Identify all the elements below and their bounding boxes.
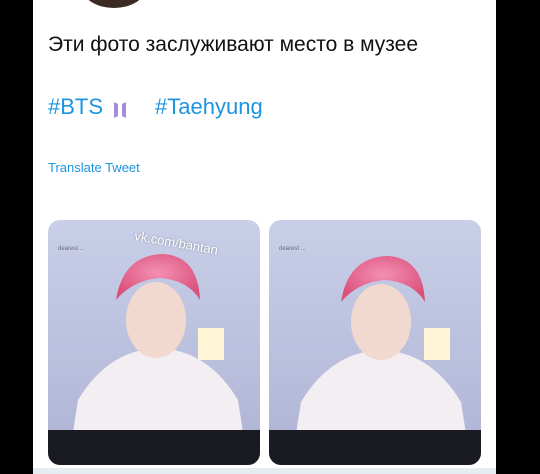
media-photo-1[interactable]: vk.com/bantan dearest ... <box>48 220 260 465</box>
photo-image-1 <box>48 220 260 465</box>
divider <box>33 468 496 474</box>
photo-caption: dearest ... <box>279 246 306 252</box>
hashtag-link-taehyung[interactable]: #Taehyung <box>155 94 263 120</box>
photo-image-2 <box>269 220 481 465</box>
hashtag-row: #BTS #Taehyung <box>48 91 273 123</box>
translate-tweet-link[interactable]: Translate Tweet <box>48 160 140 175</box>
tweet-text: Эти фото заслуживают место в музее <box>48 33 419 56</box>
bts-logo-icon <box>113 98 127 118</box>
avatar[interactable] <box>83 0 145 8</box>
hashtag-link-bts[interactable]: #BTS <box>48 94 103 120</box>
photo-caption: dearest ... <box>58 246 85 252</box>
media-photo-2[interactable]: dearest ... <box>269 220 481 465</box>
tweet-card: Эти фото заслуживают место в музее #BTS … <box>33 0 496 474</box>
